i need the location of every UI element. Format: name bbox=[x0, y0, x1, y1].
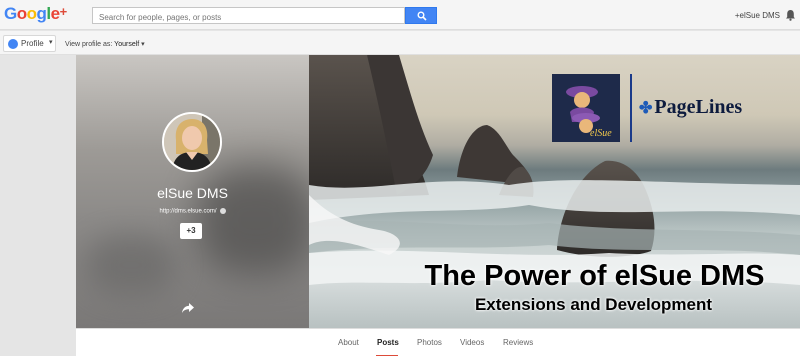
profile-info-panel: elSue DMS http://dms.elsue.com/ +3 bbox=[76, 55, 309, 328]
tab-posts[interactable]: Posts bbox=[377, 338, 399, 347]
profile-menu-label: Profile bbox=[21, 39, 44, 48]
cover-subtitle: Extensions and Development bbox=[474, 295, 713, 314]
profile-menu-button[interactable]: Profile ▾ bbox=[3, 35, 56, 52]
profile-sub-bar: Profile ▾ View profile as: Yourself ▾ bbox=[0, 31, 800, 55]
search-icon bbox=[417, 11, 427, 21]
verified-icon bbox=[219, 208, 226, 214]
view-as-value: Yourself bbox=[114, 41, 140, 48]
search-button[interactable] bbox=[405, 7, 437, 24]
chevron-down-icon: ▾ bbox=[49, 39, 53, 46]
profile-icon bbox=[8, 39, 18, 49]
cover-photo[interactable]: elSue ✤ PageLines The Power of elSue DMS … bbox=[309, 55, 800, 328]
tab-reviews[interactable]: Reviews bbox=[503, 338, 533, 347]
plus-one-button[interactable]: +3 bbox=[180, 223, 202, 239]
profile-name: elSue DMS bbox=[157, 185, 228, 201]
top-bar: Google+ +elSue DMS bbox=[0, 0, 800, 30]
pagelines-logo: ✤ PageLines bbox=[639, 96, 743, 118]
profile-card: elSue DMS http://dms.elsue.com/ +3 elSue… bbox=[76, 55, 800, 356]
chevron-down-icon: ▾ bbox=[141, 41, 145, 48]
elsue-logo: elSue bbox=[552, 74, 620, 142]
view-as-label: View profile as: bbox=[65, 41, 113, 48]
elsue-logo-caption: elSue bbox=[590, 128, 612, 139]
notifications-bell-icon[interactable] bbox=[785, 9, 796, 21]
tab-photos[interactable]: Photos bbox=[417, 338, 442, 347]
search-input[interactable] bbox=[92, 7, 405, 24]
logo-divider bbox=[630, 74, 632, 142]
avatar[interactable] bbox=[162, 112, 222, 172]
avatar-image bbox=[164, 114, 220, 170]
profile-tabs: About Posts Photos Videos Reviews bbox=[76, 328, 800, 356]
user-profile-link[interactable]: +elSue DMS bbox=[735, 11, 780, 20]
view-profile-as-dropdown[interactable]: View profile as: Yourself ▾ bbox=[65, 40, 145, 48]
tab-videos[interactable]: Videos bbox=[460, 338, 484, 347]
tab-about[interactable]: About bbox=[338, 338, 359, 347]
google-plus-logo[interactable]: Google+ bbox=[4, 4, 67, 26]
cover-title: The Power of elSue DMS bbox=[424, 260, 765, 292]
profile-url-row: http://dms.elsue.com/ bbox=[76, 208, 309, 215]
profile-url-link[interactable]: http://dms.elsue.com/ bbox=[159, 209, 216, 215]
share-icon[interactable] bbox=[182, 303, 194, 313]
pagelines-leaf-icon: ✤ bbox=[639, 100, 653, 117]
